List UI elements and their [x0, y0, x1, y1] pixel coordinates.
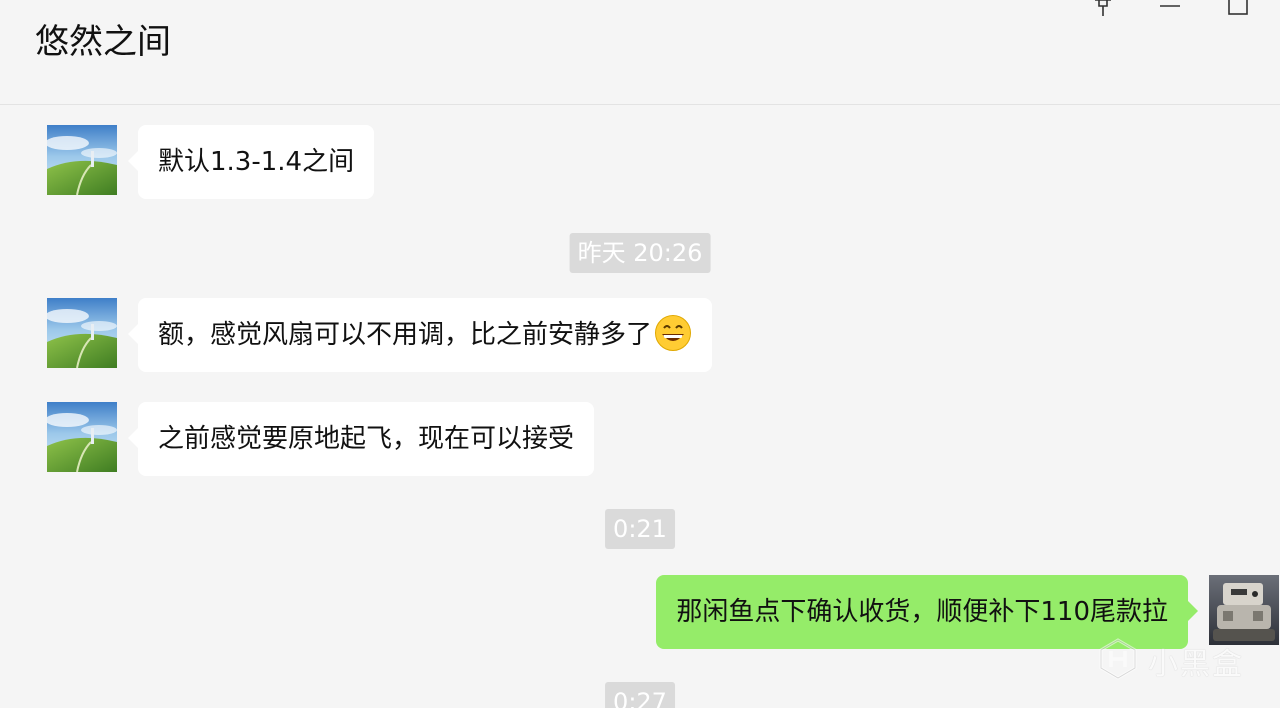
landscape-avatar-icon[interactable] — [47, 402, 117, 472]
watermark: 小黑盒 — [1096, 638, 1244, 684]
message-bubble-incoming[interactable]: 默认1.3-1.4之间 — [127, 125, 375, 199]
message-row: 额，感觉风扇可以不用调，比之前安静多了 — [0, 298, 1280, 372]
maximize-icon[interactable] — [1224, 0, 1252, 18]
heybox-logo-icon — [1096, 637, 1140, 685]
message-text: 那闲鱼点下确认收货，顺便补下110尾款拉 — [676, 597, 1168, 627]
message-bubble-incoming[interactable]: 之前感觉要原地起飞，现在可以接受 — [127, 402, 595, 476]
robot-avatar-icon[interactable] — [1209, 575, 1279, 645]
message-list[interactable]: 默认1.3-1.4之间 昨天 20:26 额，感觉风扇可以不用调，比之前安静多了 — [0, 105, 1280, 708]
landscape-avatar-icon[interactable] — [47, 298, 117, 368]
message-row: 默认1.3-1.4之间 — [0, 125, 1280, 199]
landscape-avatar-icon[interactable] — [47, 125, 117, 195]
chat-title: 悠然之间 — [35, 22, 171, 62]
watermark-text: 小黑盒 — [1148, 647, 1244, 682]
chat-header: 悠然之间 — [0, 0, 1280, 105]
timestamp-label: 昨天 20:26 — [569, 233, 711, 273]
message-text: 默认1.3-1.4之间 — [158, 147, 355, 177]
message-bubble-incoming[interactable]: 额，感觉风扇可以不用调，比之前安静多了 — [127, 298, 713, 372]
minimize-icon[interactable] — [1156, 0, 1184, 18]
message-row: 那闲鱼点下确认收货，顺便补下110尾款拉 — [0, 575, 1280, 649]
grinning-face-icon — [654, 314, 692, 352]
message-text: 额，感觉风扇可以不用调，比之前安静多了 — [158, 320, 653, 350]
pin-icon[interactable] — [1089, 0, 1117, 18]
message-text: 之前感觉要原地起飞，现在可以接受 — [158, 424, 575, 454]
timestamp-label: 0:27 — [605, 682, 675, 708]
timestamp-label: 0:21 — [605, 509, 675, 549]
message-row: 之前感觉要原地起飞，现在可以接受 — [0, 402, 1280, 476]
